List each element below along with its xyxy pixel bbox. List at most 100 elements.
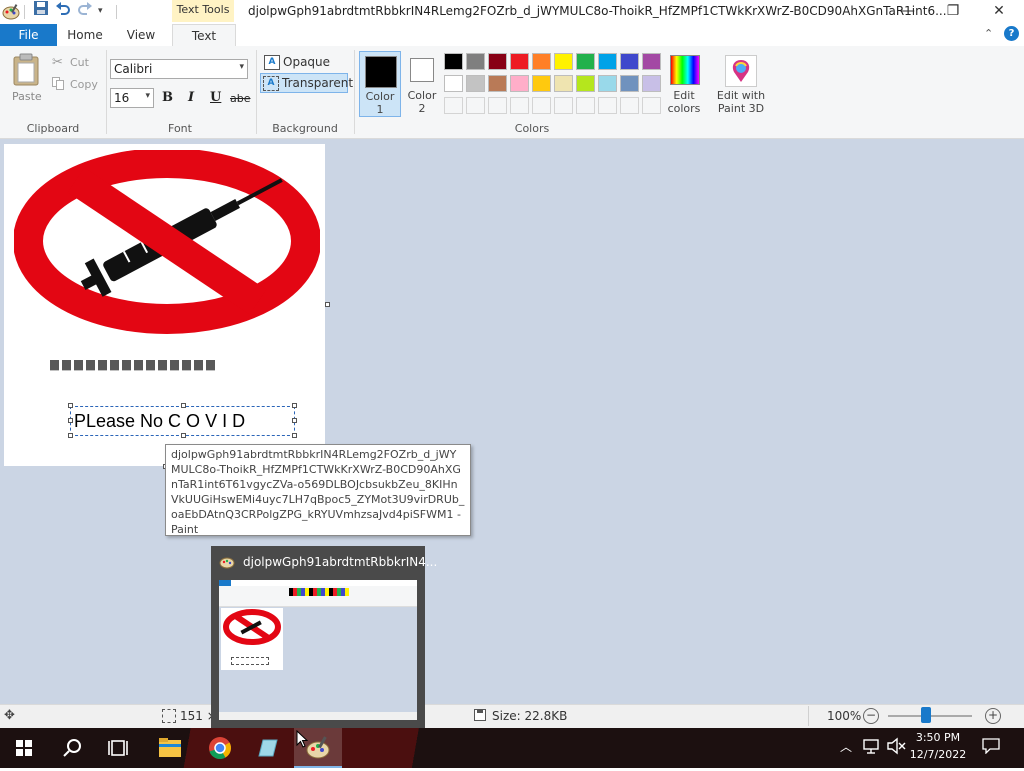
- redo-icon[interactable]: [77, 0, 93, 19]
- save-icon[interactable]: [33, 0, 49, 19]
- text-tools-context-label: Text Tools: [172, 0, 234, 22]
- palette-swatch[interactable]: [510, 75, 529, 92]
- palette-swatch[interactable]: [642, 53, 661, 70]
- palette-swatch[interactable]: [598, 97, 617, 114]
- zoom-slider-thumb[interactable]: [920, 707, 931, 723]
- tab-view[interactable]: View: [116, 24, 166, 46]
- cut-button-label[interactable]: Cut: [70, 56, 89, 69]
- palette-swatch[interactable]: [466, 53, 485, 70]
- tab-file[interactable]: File: [0, 24, 57, 46]
- text-edit-box[interactable]: PLease No C O V I D: [70, 406, 295, 436]
- color-palette: [444, 53, 664, 117]
- text-edit-value: PLease No C O V I D: [74, 411, 246, 431]
- textbox-handle[interactable]: [181, 433, 186, 438]
- task-view-icon[interactable]: [96, 728, 144, 768]
- palette-swatch[interactable]: [598, 53, 617, 70]
- palette-swatch[interactable]: [620, 75, 639, 92]
- palette-swatch[interactable]: [510, 53, 529, 70]
- bold-button[interactable]: B: [162, 90, 173, 105]
- selection-size-icon: [162, 709, 176, 723]
- font-family-select[interactable]: Calibri ▾: [110, 59, 248, 79]
- paint-app-icon[interactable]: [2, 3, 20, 21]
- font-size-select[interactable]: 16 ▾: [110, 88, 154, 108]
- minimize-button[interactable]: —: [885, 0, 931, 24]
- paste-button-label[interactable]: Paste: [12, 90, 42, 103]
- tab-text[interactable]: Text: [172, 24, 236, 47]
- palette-swatch[interactable]: [444, 75, 463, 92]
- volume-muted-icon[interactable]: [886, 737, 906, 755]
- clock-time[interactable]: 3:50 PM: [906, 731, 970, 744]
- palette-swatch[interactable]: [642, 97, 661, 114]
- palette-swatch[interactable]: [554, 53, 573, 70]
- copy-icon[interactable]: [52, 77, 64, 90]
- minimize-ribbon-icon[interactable]: ⌃: [984, 27, 993, 40]
- palette-swatch[interactable]: [488, 75, 507, 92]
- tab-home[interactable]: Home: [60, 24, 110, 46]
- textbox-handle[interactable]: [181, 403, 186, 408]
- palette-swatch[interactable]: [444, 97, 463, 114]
- color2-button[interactable]: Color 2: [402, 51, 442, 117]
- palette-swatch[interactable]: [444, 53, 463, 70]
- palette-swatch[interactable]: [466, 97, 485, 114]
- font-size-value: 16: [114, 91, 130, 105]
- palette-swatch[interactable]: [532, 97, 551, 114]
- maximize-button[interactable]: ❐: [930, 0, 976, 24]
- action-center-icon[interactable]: [982, 738, 1000, 755]
- zoom-out-button[interactable]: −: [863, 708, 879, 724]
- palette-swatch[interactable]: [532, 53, 551, 70]
- palette-swatch[interactable]: [642, 75, 661, 92]
- search-icon[interactable]: [48, 728, 96, 768]
- strikethrough-button[interactable]: abe: [230, 92, 251, 105]
- cut-icon[interactable]: ✂: [52, 55, 63, 70]
- file-explorer-icon[interactable]: [146, 728, 194, 768]
- palette-swatch[interactable]: [510, 97, 529, 114]
- copy-button-label[interactable]: Copy: [70, 78, 98, 91]
- textbox-handle[interactable]: [292, 433, 297, 438]
- opaque-option[interactable]: A Opaque: [262, 53, 348, 71]
- color1-button[interactable]: Color 1: [359, 51, 401, 117]
- textbox-handle[interactable]: [68, 433, 73, 438]
- palette-swatch[interactable]: [554, 75, 573, 92]
- quick-access-separator: [24, 5, 25, 19]
- sticky-app-icon[interactable]: [244, 728, 292, 768]
- undo-icon[interactable]: [55, 0, 71, 19]
- palette-swatch[interactable]: [576, 97, 595, 114]
- network-icon[interactable]: [862, 737, 880, 755]
- edit-colors-button[interactable]: Edit colors: [664, 51, 704, 117]
- close-button[interactable]: ✕: [976, 0, 1022, 24]
- help-icon[interactable]: ?: [1004, 26, 1019, 41]
- palette-swatch[interactable]: [488, 97, 507, 114]
- clipboard-group-label: Clipboard: [26, 122, 80, 135]
- disk-icon: [474, 709, 486, 721]
- textbox-handle[interactable]: [292, 418, 297, 423]
- palette-swatch[interactable]: [576, 75, 595, 92]
- palette-swatch[interactable]: [620, 97, 639, 114]
- palette-swatch[interactable]: [598, 75, 617, 92]
- group-separator: [106, 50, 107, 134]
- textbox-handle[interactable]: [292, 403, 297, 408]
- textbox-handle[interactable]: [68, 418, 73, 423]
- show-hidden-icons-chevron-icon[interactable]: ︿: [840, 738, 852, 755]
- canvas-resize-handle-right[interactable]: [325, 302, 330, 307]
- palette-swatch[interactable]: [620, 53, 639, 70]
- palette-swatch[interactable]: [576, 53, 595, 70]
- cursor-position-icon: ✥: [4, 708, 15, 723]
- textbox-handle[interactable]: [68, 403, 73, 408]
- window-title-tooltip: djolpwGph91abrdtmtRbbkrIN4RLemg2FOZrb_d_…: [165, 444, 471, 536]
- palette-swatch[interactable]: [554, 97, 573, 114]
- window-title: djolpwGph91abrdtmtRbbkrIN4RLemg2FOZrb_d_…: [248, 4, 947, 18]
- italic-button[interactable]: I: [188, 90, 194, 105]
- palette-swatch[interactable]: [532, 75, 551, 92]
- palette-swatch[interactable]: [488, 53, 507, 70]
- transparent-option[interactable]: A Transparent: [260, 73, 353, 93]
- edit-with-paint3d-button[interactable]: Edit with Paint 3D: [712, 51, 770, 117]
- customize-quick-access-icon[interactable]: ▾: [98, 6, 103, 16]
- chrome-icon[interactable]: [196, 728, 244, 768]
- quick-access-separator: [116, 5, 117, 19]
- underline-button[interactable]: U: [210, 90, 221, 105]
- paste-icon[interactable]: [11, 53, 41, 87]
- start-button[interactable]: [0, 728, 48, 768]
- clock-date[interactable]: 12/7/2022: [906, 748, 970, 761]
- zoom-in-button[interactable]: +: [985, 708, 1001, 724]
- palette-swatch[interactable]: [466, 75, 485, 92]
